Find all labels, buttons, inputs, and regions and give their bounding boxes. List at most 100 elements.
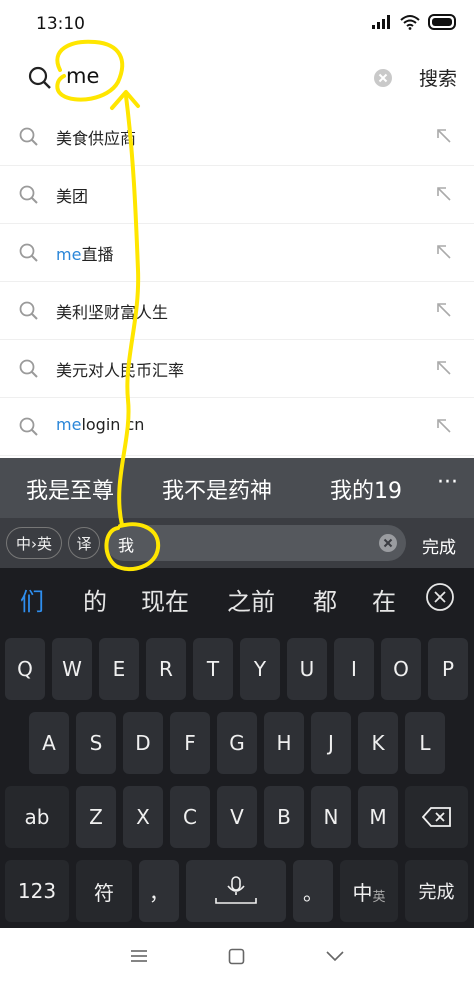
- home-icon[interactable]: [228, 948, 245, 965]
- battery-icon: [428, 14, 456, 30]
- space-key[interactable]: [186, 860, 286, 922]
- search-icon: [19, 185, 38, 204]
- search-icon: [19, 127, 38, 146]
- pinyin-candidate[interactable]: 之前: [227, 582, 275, 617]
- key-x[interactable]: X: [123, 786, 163, 848]
- more-candidates-button[interactable]: ···: [437, 470, 458, 495]
- composing-text: 我: [118, 536, 135, 555]
- close-candidates-icon[interactable]: [425, 582, 455, 612]
- candidate-item[interactable]: 我的19: [330, 473, 402, 505]
- key-f[interactable]: F: [170, 712, 210, 774]
- key-z[interactable]: Z: [76, 786, 116, 848]
- key-s[interactable]: S: [76, 712, 116, 774]
- key-y[interactable]: Y: [240, 638, 280, 700]
- key-b[interactable]: B: [264, 786, 304, 848]
- navigation-bar: [0, 928, 474, 986]
- pinyin-candidate[interactable]: 现在: [141, 582, 189, 617]
- ime-input-line: 中›英 译 我 完成: [0, 518, 474, 568]
- fill-arrow-icon[interactable]: [434, 126, 454, 146]
- period-key[interactable]: 。: [293, 860, 333, 922]
- composing-field[interactable]: 我: [106, 525, 406, 561]
- done-button[interactable]: 完成: [422, 533, 456, 558]
- status-bar: 13:10: [0, 0, 474, 50]
- key-p[interactable]: P: [428, 638, 468, 700]
- key-h[interactable]: H: [264, 712, 304, 774]
- suggestion-text: 美食供应商: [56, 129, 137, 148]
- pinyin-candidate[interactable]: 们: [20, 582, 44, 617]
- search-icon: [28, 66, 51, 89]
- suggestion-item[interactable]: 美利坚财富人生: [0, 282, 474, 340]
- key-i[interactable]: I: [334, 638, 374, 700]
- suggestion-text: me直播: [56, 245, 114, 264]
- key-n[interactable]: N: [311, 786, 351, 848]
- fill-arrow-icon[interactable]: [434, 184, 454, 204]
- status-icons: [372, 14, 458, 30]
- menu-icon[interactable]: [130, 948, 148, 964]
- key-r[interactable]: R: [146, 638, 186, 700]
- pinyin-candidates: 们 的 现在 之前 都 在: [0, 568, 474, 626]
- suggestion-text: 美利坚财富人生: [56, 303, 169, 322]
- candidate-bar: 我是至尊 我不是药神 我的19 ···: [0, 458, 474, 518]
- search-input[interactable]: me: [66, 64, 99, 88]
- key-c[interactable]: C: [170, 786, 210, 848]
- wifi-icon: [400, 15, 420, 30]
- clear-icon[interactable]: [378, 533, 398, 553]
- key-m[interactable]: M: [358, 786, 398, 848]
- pinyin-candidate[interactable]: 在: [372, 582, 396, 617]
- translate-chip[interactable]: 译: [68, 527, 100, 559]
- candidate-item[interactable]: 我不是药神: [162, 473, 272, 505]
- done-key[interactable]: 完成: [405, 860, 468, 922]
- backspace-icon: [421, 807, 451, 827]
- fill-arrow-icon[interactable]: [434, 300, 454, 320]
- clear-icon[interactable]: [373, 68, 393, 88]
- back-icon[interactable]: [326, 950, 344, 962]
- numbers-key[interactable]: 123: [5, 860, 69, 922]
- suggestion-text: melogin cn: [56, 415, 145, 434]
- key-e[interactable]: E: [99, 638, 139, 700]
- translate-icon: 译: [76, 534, 92, 553]
- status-time: 13:10: [36, 14, 85, 34]
- key-k[interactable]: K: [358, 712, 398, 774]
- key-t[interactable]: T: [193, 638, 233, 700]
- suggestion-item[interactable]: me直播: [0, 224, 474, 282]
- key-j[interactable]: J: [311, 712, 351, 774]
- key-v[interactable]: V: [217, 786, 257, 848]
- language-key-sub: 英: [372, 889, 386, 905]
- lang-toggle-chip[interactable]: 中›英: [6, 527, 62, 559]
- suggestion-item[interactable]: 美元对人民币汇率: [0, 340, 474, 398]
- search-bar: me 搜索: [0, 50, 474, 108]
- keyboard: 们 的 现在 之前 都 在 Q W E R T Y U I O P A S D …: [0, 568, 474, 928]
- language-key-main: 中: [352, 880, 373, 905]
- key-q[interactable]: Q: [5, 638, 45, 700]
- language-key[interactable]: 中 英: [340, 860, 398, 922]
- suggestion-item[interactable]: melogin cn: [0, 398, 474, 456]
- fill-arrow-icon[interactable]: [434, 416, 454, 436]
- suggestion-list: 美食供应商 美团 me直播 美利坚财富人生 美元对人民币汇率 melogin c…: [0, 108, 474, 456]
- signal-icon: [372, 15, 390, 29]
- pinyin-candidate[interactable]: 的: [83, 582, 107, 617]
- shift-key[interactable]: ab: [5, 786, 69, 848]
- search-icon: [19, 417, 38, 436]
- suggestion-item[interactable]: 美食供应商: [0, 108, 474, 166]
- key-a[interactable]: A: [29, 712, 69, 774]
- fill-arrow-icon[interactable]: [434, 242, 454, 262]
- lang-toggle-label: 中›英: [16, 534, 52, 553]
- key-w[interactable]: W: [52, 638, 92, 700]
- key-g[interactable]: G: [217, 712, 257, 774]
- search-icon: [19, 301, 38, 320]
- key-u[interactable]: U: [287, 638, 327, 700]
- pinyin-candidate[interactable]: 都: [313, 582, 337, 617]
- suggestion-item[interactable]: 美团: [0, 166, 474, 224]
- key-l[interactable]: L: [405, 712, 445, 774]
- search-button[interactable]: 搜索: [419, 64, 457, 91]
- suggestion-text: 美元对人民币汇率: [56, 361, 185, 380]
- key-o[interactable]: O: [381, 638, 421, 700]
- search-icon: [19, 243, 38, 262]
- fill-arrow-icon[interactable]: [434, 358, 454, 378]
- search-icon: [19, 359, 38, 378]
- symbols-key[interactable]: 符: [76, 860, 132, 922]
- backspace-key[interactable]: [405, 786, 468, 848]
- comma-key[interactable]: ，: [139, 860, 179, 922]
- candidate-item[interactable]: 我是至尊: [26, 473, 114, 505]
- key-d[interactable]: D: [123, 712, 163, 774]
